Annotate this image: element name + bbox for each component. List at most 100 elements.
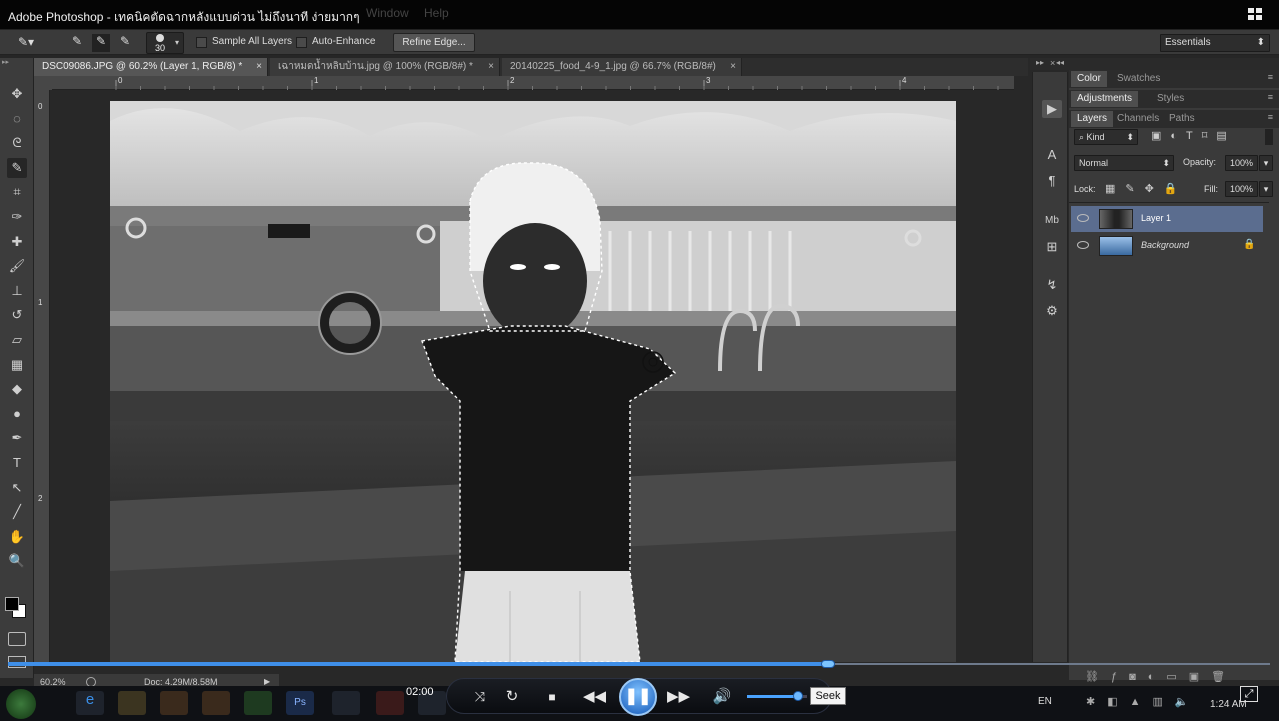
app-icon[interactable]: [376, 691, 404, 715]
repeat-icon[interactable]: ↻: [501, 686, 523, 708]
language-indicator[interactable]: EN: [1038, 696, 1052, 707]
close-icon[interactable]: ×: [256, 58, 262, 76]
visibility-eye-icon[interactable]: [1077, 241, 1089, 249]
fill-input[interactable]: 100%: [1225, 181, 1258, 197]
lasso-icon[interactable]: ᘓ: [7, 133, 27, 153]
layer-row-background[interactable]: Background 🔒: [1071, 233, 1263, 259]
filter-toggle[interactable]: [1265, 129, 1273, 145]
blur-icon[interactable]: ◆: [7, 379, 27, 399]
brush-panel-icon[interactable]: ⊞: [1042, 238, 1062, 256]
foreground-color-swatch[interactable]: [5, 597, 19, 611]
path-selection-icon[interactable]: ↖: [7, 478, 27, 498]
clone-source-icon[interactable]: ⚙: [1042, 302, 1062, 320]
app-icon[interactable]: [244, 691, 272, 715]
history-brush-icon[interactable]: ↺: [7, 305, 27, 325]
tool-preset-icon[interactable]: ✎▾: [18, 35, 48, 51]
marquee-icon[interactable]: ◌: [7, 109, 27, 129]
sample-all-layers-checkbox[interactable]: [196, 37, 207, 48]
tab-styles[interactable]: Styles: [1151, 91, 1190, 107]
eyedropper-icon[interactable]: ✑: [7, 207, 27, 227]
pause-button[interactable]: ❚❚: [619, 678, 657, 716]
layer-name[interactable]: Background: [1141, 240, 1189, 250]
tab-swatches[interactable]: Swatches: [1111, 71, 1166, 87]
hand-icon[interactable]: ✋: [7, 527, 27, 547]
photoshop-icon[interactable]: Ps: [286, 691, 314, 715]
document-canvas[interactable]: [110, 101, 956, 662]
layer-actions-icons[interactable]: ⛓ƒ◙◐▭▣🗑: [1069, 670, 1279, 686]
chrome-icon[interactable]: [160, 691, 188, 715]
menu-help[interactable]: Help: [424, 6, 449, 20]
auto-enhance-checkbox[interactable]: [296, 37, 307, 48]
collapse-toolbar-icon[interactable]: ▸▸: [2, 58, 32, 68]
pen-icon[interactable]: ✒: [7, 428, 27, 448]
explorer-icon[interactable]: [118, 691, 146, 715]
video-seek-bar[interactable]: [8, 660, 1270, 668]
ie-icon[interactable]: e: [76, 691, 104, 715]
lock-icons[interactable]: ▦✎✥🔒: [1105, 182, 1188, 195]
dodge-icon[interactable]: ●: [7, 404, 27, 424]
layer-name[interactable]: Layer 1: [1141, 213, 1171, 223]
switch-view-icon[interactable]: ⤢: [1240, 686, 1258, 702]
app-icon[interactable]: [202, 691, 230, 715]
tab-doc-1[interactable]: DSC09086.JPG @ 60.2% (Layer 1, RGB/8) * …: [34, 58, 268, 76]
refine-edge-button[interactable]: Refine Edge...: [393, 33, 475, 52]
start-button[interactable]: [6, 689, 36, 719]
play-action-icon[interactable]: ▶: [1042, 100, 1062, 118]
opacity-input[interactable]: 100%: [1225, 155, 1258, 171]
close-icon[interactable]: ×: [488, 58, 494, 76]
shuffle-icon[interactable]: ⤨: [469, 686, 491, 708]
workspace-select[interactable]: Essentials ⬍: [1160, 34, 1270, 52]
zoom-icon[interactable]: 🔍: [7, 551, 27, 571]
move-icon[interactable]: ✥: [7, 84, 27, 104]
visibility-eye-icon[interactable]: [1077, 214, 1089, 222]
chevron-down-icon[interactable]: ▾: [1259, 181, 1273, 197]
blend-mode-select[interactable]: Normal ⬍: [1074, 155, 1174, 171]
type-icon[interactable]: T: [7, 453, 27, 473]
brush-icon[interactable]: 🖌: [7, 256, 27, 276]
history-icon[interactable]: ↯: [1042, 276, 1062, 294]
close-icon[interactable]: ×: [730, 58, 736, 76]
panel-menu-icon[interactable]: ≡: [1268, 112, 1273, 122]
line-icon[interactable]: ╱: [7, 502, 27, 522]
panel-menu-icon[interactable]: ≡: [1268, 72, 1273, 82]
character-icon[interactable]: A: [1042, 146, 1062, 164]
tab-doc-2[interactable]: เฉาหมดน้ำหลิบบ้าน.jpg @ 100% (RGB/8#) * …: [270, 58, 500, 76]
tab-paths[interactable]: Paths: [1163, 111, 1201, 127]
gradient-icon[interactable]: ▦: [7, 355, 27, 375]
tab-adjustments[interactable]: Adjustments: [1071, 91, 1139, 107]
tab-doc-3[interactable]: 20140225_food_4-9_1.jpg @ 66.7% (RGB/8#)…: [502, 58, 742, 76]
volume-icon[interactable]: 🔊: [711, 686, 733, 708]
fast-forward-icon[interactable]: ▶▶: [667, 686, 690, 708]
quick-mask-icon[interactable]: [8, 632, 26, 646]
paragraph-icon[interactable]: ¶: [1042, 172, 1062, 190]
stamp-icon[interactable]: ⊥: [7, 281, 27, 301]
tab-color[interactable]: Color: [1071, 71, 1107, 87]
seek-handle[interactable]: [821, 660, 836, 668]
rewind-icon[interactable]: ◀◀: [583, 686, 606, 708]
eraser-icon[interactable]: ▱: [7, 330, 27, 350]
brush-size-picker[interactable]: 30 ▾: [146, 32, 184, 54]
stop-icon[interactable]: ■: [541, 686, 563, 708]
tab-layers[interactable]: Layers: [1071, 111, 1114, 127]
add-selection-icon[interactable]: ✎: [92, 34, 110, 52]
layer-filter-select[interactable]: ⌕ Kind ⬍: [1074, 129, 1138, 145]
ruler-horizontal[interactable]: 0 1 2 3 4: [52, 76, 1014, 90]
ruler-vertical[interactable]: 0 1 2: [34, 90, 50, 662]
volume-track[interactable]: [747, 691, 807, 701]
expand-icon[interactable]: ▸▸: [1036, 58, 1044, 67]
mini-bridge-icon[interactable]: Mb: [1042, 212, 1062, 230]
close-icon[interactable]: ×: [1050, 58, 1055, 68]
panel-menu-icon[interactable]: ≡: [1268, 92, 1273, 102]
tab-channels[interactable]: Channels: [1111, 111, 1165, 127]
chevron-down-icon[interactable]: ▾: [1259, 155, 1273, 171]
healing-icon[interactable]: ✚: [7, 232, 27, 252]
menu-window[interactable]: Window: [366, 6, 409, 20]
ruler-corner[interactable]: [34, 76, 52, 90]
filter-icons[interactable]: ▣◐T⌑▤: [1151, 129, 1261, 145]
volume-handle[interactable]: [793, 691, 803, 701]
new-selection-icon[interactable]: ✎: [68, 34, 86, 52]
crop-icon[interactable]: ⌗: [7, 182, 27, 202]
collapse-icon[interactable]: ◂◂: [1056, 58, 1064, 67]
color-swatches[interactable]: [4, 596, 30, 622]
layer-row-layer-1[interactable]: Layer 1: [1071, 206, 1263, 232]
